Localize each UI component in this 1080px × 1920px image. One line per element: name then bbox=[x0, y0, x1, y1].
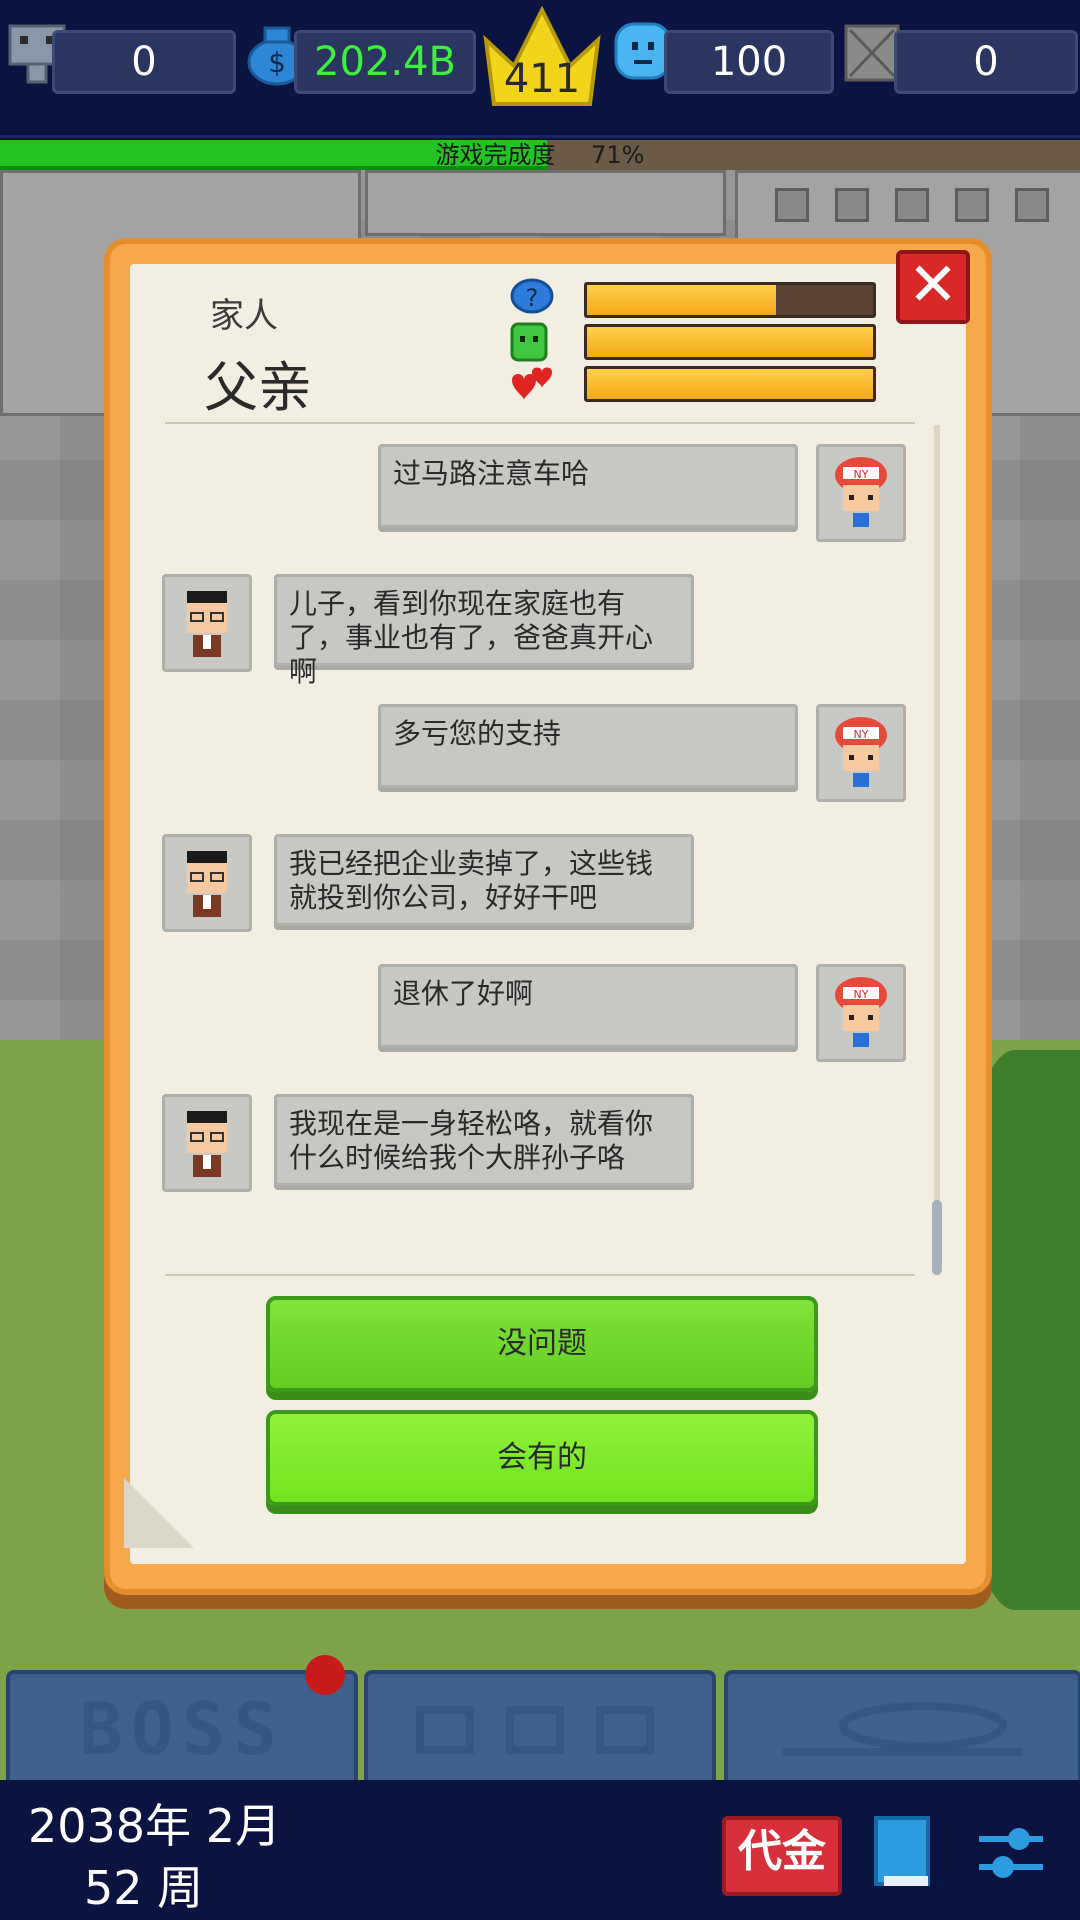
chat-message: NY 退休了好啊 bbox=[160, 964, 940, 1062]
chat-bubble: 退休了好啊 bbox=[378, 964, 798, 1048]
meter-bar-2 bbox=[584, 324, 876, 360]
chat-message: 儿子，看到你现在家庭也有了，事业也有了，爸爸真开心啊 bbox=[160, 574, 940, 688]
chat-message: 我现在是一身轻松咯，就看你什么时候给我个大胖孙子咯 bbox=[160, 1094, 940, 1196]
chat-scrollbar[interactable] bbox=[934, 425, 940, 1275]
hearts-icon bbox=[512, 367, 552, 400]
father-avatar bbox=[162, 1094, 252, 1192]
completion-progress-bar: 游戏完成度 71% bbox=[0, 140, 1080, 170]
svg-text:?: ? bbox=[526, 284, 539, 312]
rank-value: 411 bbox=[503, 56, 581, 102]
player-avatar: NY bbox=[816, 964, 906, 1062]
bottom-tabs: BOSS bbox=[0, 1660, 1080, 1788]
date-label: 2038年 2月 bbox=[28, 1799, 281, 1853]
choice-will-happen-button[interactable]: 会有的 bbox=[266, 1410, 818, 1506]
book-icon[interactable] bbox=[872, 1814, 936, 1892]
green-face-icon bbox=[510, 322, 548, 362]
chat-message: NY 多亏您的支持 bbox=[160, 704, 940, 802]
meter-fill-2 bbox=[587, 327, 873, 357]
meter-bar-1 bbox=[584, 282, 876, 318]
employee-count: 0 bbox=[52, 30, 236, 94]
question-bubble-icon: ? bbox=[510, 278, 554, 314]
disabled-stat-value: 0 bbox=[894, 30, 1078, 94]
meter-fill-1 bbox=[587, 285, 776, 315]
building bbox=[365, 170, 726, 236]
player-avatar: NY bbox=[816, 444, 906, 542]
svg-text:NY: NY bbox=[854, 468, 869, 481]
chat-bubble: 我已经把企业卖掉了，这些钱就投到你公司，好好干吧 bbox=[274, 834, 694, 926]
completion-percent: 71% bbox=[591, 141, 645, 169]
tab-boss[interactable]: BOSS bbox=[6, 1670, 358, 1788]
top-stats-bar: 0 $ 202.4B 411 100 0 bbox=[0, 0, 1080, 138]
player-avatar: NY bbox=[816, 704, 906, 802]
tab-pet[interactable] bbox=[724, 1670, 1080, 1788]
voucher-button[interactable]: 代金 bbox=[722, 1816, 842, 1896]
father-avatar bbox=[162, 834, 252, 932]
tab-staff[interactable] bbox=[364, 1670, 716, 1788]
settings-sliders-icon[interactable] bbox=[975, 1820, 1047, 1886]
header-divider bbox=[165, 422, 915, 424]
chat-message: 我已经把企业卖掉了，这些钱就投到你公司，好好干吧 bbox=[160, 834, 940, 936]
father-avatar bbox=[162, 574, 252, 672]
chat-bubble: 我现在是一身轻松咯，就看你什么时候给我个大胖孙子咯 bbox=[274, 1094, 694, 1186]
meter-fill-3 bbox=[587, 369, 873, 399]
chat-bubble: 过马路注意车哈 bbox=[378, 444, 798, 528]
completion-label: 游戏完成度 bbox=[435, 141, 556, 169]
svg-text:NY: NY bbox=[854, 728, 869, 741]
chat-bubble: 多亏您的支持 bbox=[378, 704, 798, 788]
chat-log[interactable]: NY 过马路注意车哈儿子，看到你现在家庭也有了，事业也有了，爸爸真开心啊 NY 多亏您… bbox=[160, 430, 940, 1270]
chat-bubble: 儿子，看到你现在家庭也有了，事业也有了，爸爸真开心啊 bbox=[274, 574, 694, 688]
footer-divider bbox=[165, 1274, 915, 1276]
notification-dot bbox=[305, 1655, 345, 1695]
meter-bar-3 bbox=[584, 366, 876, 402]
close-button[interactable]: ✕ bbox=[896, 250, 970, 324]
week-label: 52 周 bbox=[84, 1861, 204, 1915]
disabled-slot-icon bbox=[844, 24, 900, 82]
staff-icon bbox=[416, 1706, 654, 1754]
contact-category: 家人 bbox=[210, 296, 278, 336]
money-amount: 202.4B bbox=[294, 30, 476, 94]
happiness-value: 100 bbox=[664, 30, 834, 94]
svg-text:$: $ bbox=[268, 46, 286, 79]
chat-message: NY 过马路注意车哈 bbox=[160, 444, 940, 542]
pet-icon bbox=[783, 1702, 1023, 1756]
chat-scroll-thumb[interactable] bbox=[932, 1200, 942, 1275]
contact-name: 父亲 bbox=[204, 356, 312, 419]
choice-no-problem-button[interactable]: 没问题 bbox=[266, 1296, 818, 1392]
svg-text:NY: NY bbox=[854, 988, 869, 1001]
footer-bar: 2038年 2月 52 周 代金 bbox=[0, 1780, 1080, 1920]
